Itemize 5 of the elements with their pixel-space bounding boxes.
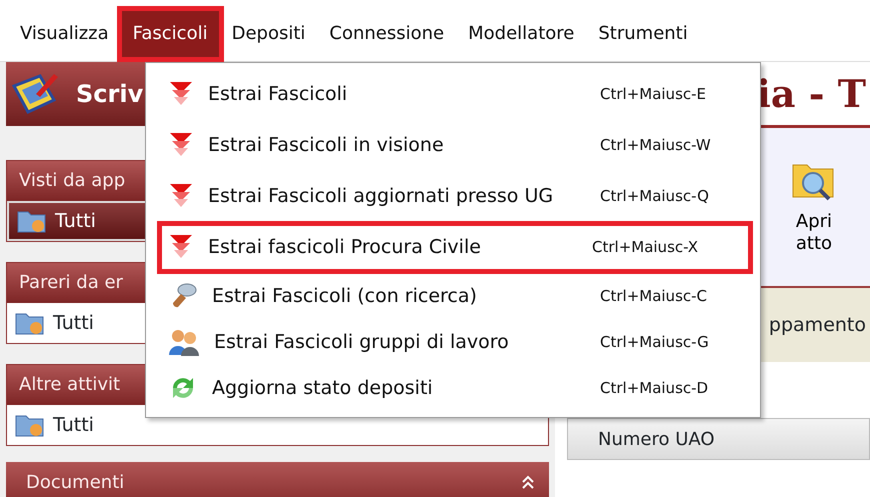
sidebar-title: Scriv [76, 79, 144, 110]
list-item-label: Tutti [53, 310, 94, 336]
list-item-label: Tutti [55, 208, 96, 234]
list-item-label: Tutti [53, 412, 94, 438]
section-title: Documenti [26, 470, 124, 494]
